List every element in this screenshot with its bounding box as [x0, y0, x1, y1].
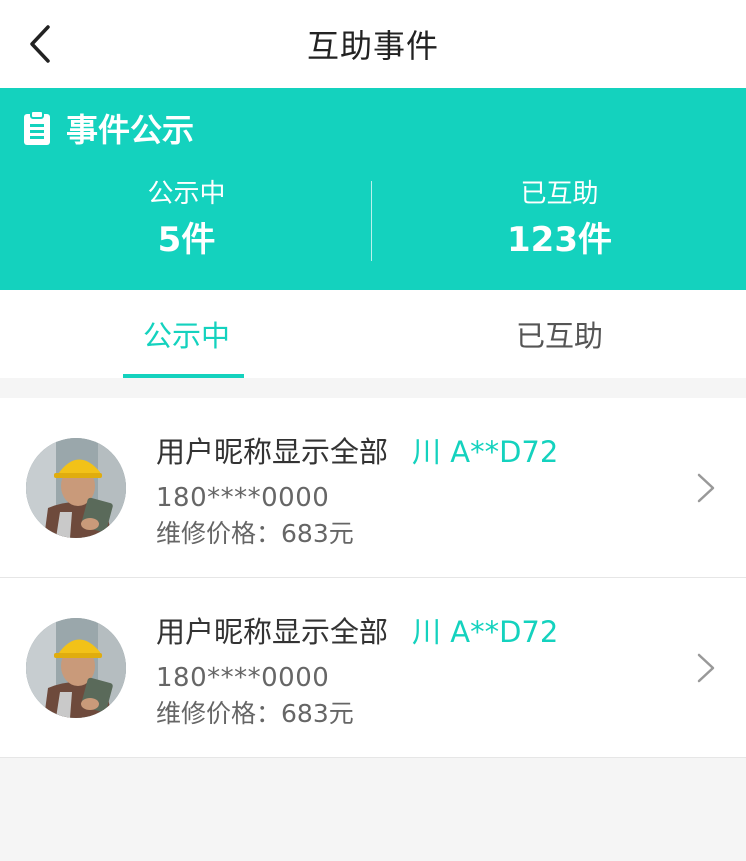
tab-assisted[interactable]: 已互助 [373, 290, 746, 378]
user-nickname: 用户昵称显示全部 [156, 615, 389, 649]
clipboard-icon [24, 110, 50, 145]
license-plate: 川 A**D72 [412, 615, 559, 649]
price-value: 683元 [281, 519, 354, 548]
user-nickname: 用户昵称显示全部 [156, 435, 389, 469]
license-plate: 川 A**D72 [412, 435, 559, 469]
phone-number: 180****0000 [156, 483, 330, 513]
stat-label: 已互助 [520, 179, 599, 209]
list-item[interactable]: 用户昵称显示全部 川 A**D72 180****0000 维修价格：683元 [0, 578, 746, 758]
avatar [26, 438, 126, 538]
worker-avatar-image [26, 438, 126, 538]
banner-header: 事件公示 [22, 106, 194, 150]
stat-label: 公示中 [147, 179, 226, 209]
summary-banner: 事件公示 公示中 5件 已互助 123件 [0, 88, 746, 290]
name-row: 用户昵称显示全部 川 A**D72 [156, 430, 558, 470]
tab-publicizing[interactable]: 公示中 [0, 290, 373, 378]
phone-number: 180****0000 [156, 663, 330, 693]
avatar [26, 618, 126, 718]
tab-bar: 公示中 已互助 [0, 290, 746, 378]
active-tab-indicator [123, 374, 244, 378]
page-title: 互助事件 [306, 27, 439, 65]
worker-avatar-image [26, 618, 126, 718]
chevron-right-icon [697, 653, 715, 683]
stat-divider [371, 181, 372, 261]
stat-value: 123件 [507, 220, 612, 260]
nav-bar: 互助事件 [0, 0, 746, 88]
list-item[interactable]: 用户昵称显示全部 川 A**D72 180****0000 维修价格：683元 [0, 398, 746, 578]
chevron-right-icon [697, 473, 715, 503]
stat-value: 5件 [157, 220, 216, 260]
stat-assisted: 已互助 123件 [373, 176, 746, 262]
banner-title: 事件公示 [66, 111, 195, 149]
app-screen: 互助事件 事件公示 公示中 5件 已互助 123件 公示中 已互助 用户昵称显示… [0, 0, 746, 861]
repair-price: 维修价格：683元 [156, 518, 354, 550]
price-label: 维修价格： [156, 519, 282, 548]
stat-publicizing: 公示中 5件 [0, 176, 373, 262]
name-row: 用户昵称显示全部 川 A**D72 [156, 610, 558, 650]
event-list: 用户昵称显示全部 川 A**D72 180****0000 维修价格：683元 [0, 398, 746, 758]
price-label: 维修价格： [156, 699, 282, 728]
repair-price: 维修价格：683元 [156, 698, 354, 730]
price-value: 683元 [281, 699, 354, 728]
